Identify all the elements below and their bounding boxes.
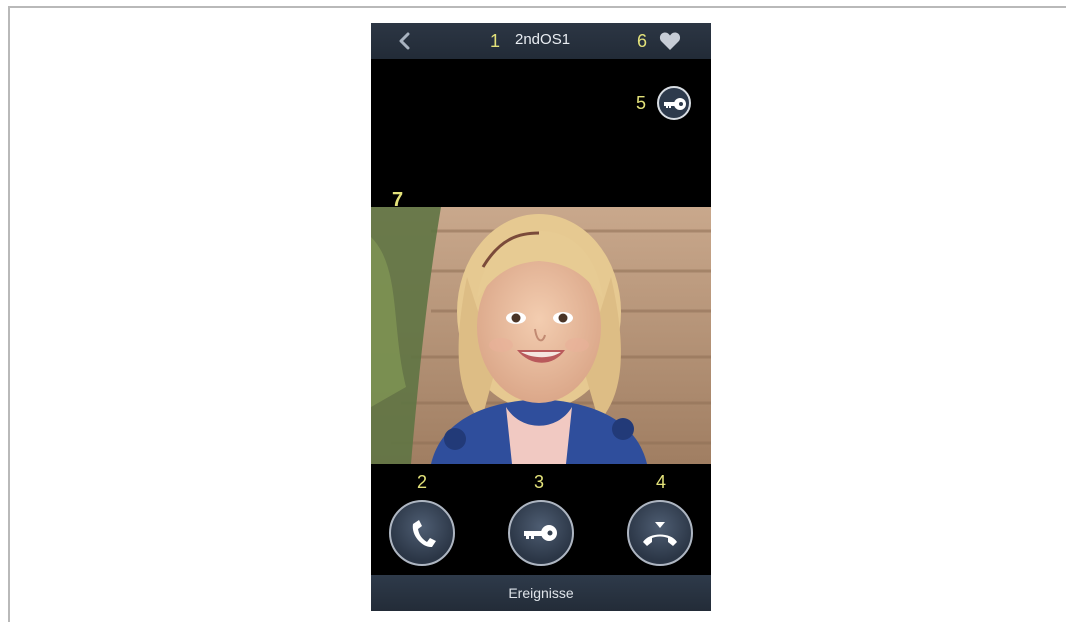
- chevron-left-icon[interactable]: [397, 32, 413, 50]
- phone-handset-icon: [412, 520, 436, 548]
- callout-label-3: 3: [534, 472, 545, 492]
- callout-label-4: 4: [656, 472, 667, 492]
- document-frame-top-border: [8, 6, 1066, 8]
- events-tab-label: Ereignisse: [508, 585, 574, 601]
- callout-label-2: 2: [417, 472, 428, 492]
- unlock-door-button[interactable]: [508, 500, 574, 566]
- video-feed: [371, 207, 711, 464]
- callout-label-1: 1: [490, 31, 501, 51]
- key-icon: [664, 98, 686, 110]
- page-title: 2ndOS1: [515, 31, 571, 48]
- heart-icon[interactable]: [659, 31, 681, 51]
- hang-up-icon: [643, 522, 677, 546]
- accept-call-button[interactable]: [389, 500, 455, 566]
- end-call-button[interactable]: [627, 500, 693, 566]
- unlock-door-button-top[interactable]: [657, 86, 691, 120]
- callout-label-6: 6: [637, 31, 648, 51]
- video-frame-image: [371, 207, 711, 464]
- callout-label-5: 5: [636, 93, 647, 113]
- phone-screen: 1 2ndOS1 6 5 7 2 3 4 Ereignisse: [371, 23, 711, 611]
- top-bar: 1 2ndOS1 6: [371, 23, 711, 59]
- key-icon: [524, 525, 557, 541]
- document-frame-left-border: [8, 6, 10, 622]
- events-tab-bar[interactable]: Ereignisse: [371, 575, 711, 611]
